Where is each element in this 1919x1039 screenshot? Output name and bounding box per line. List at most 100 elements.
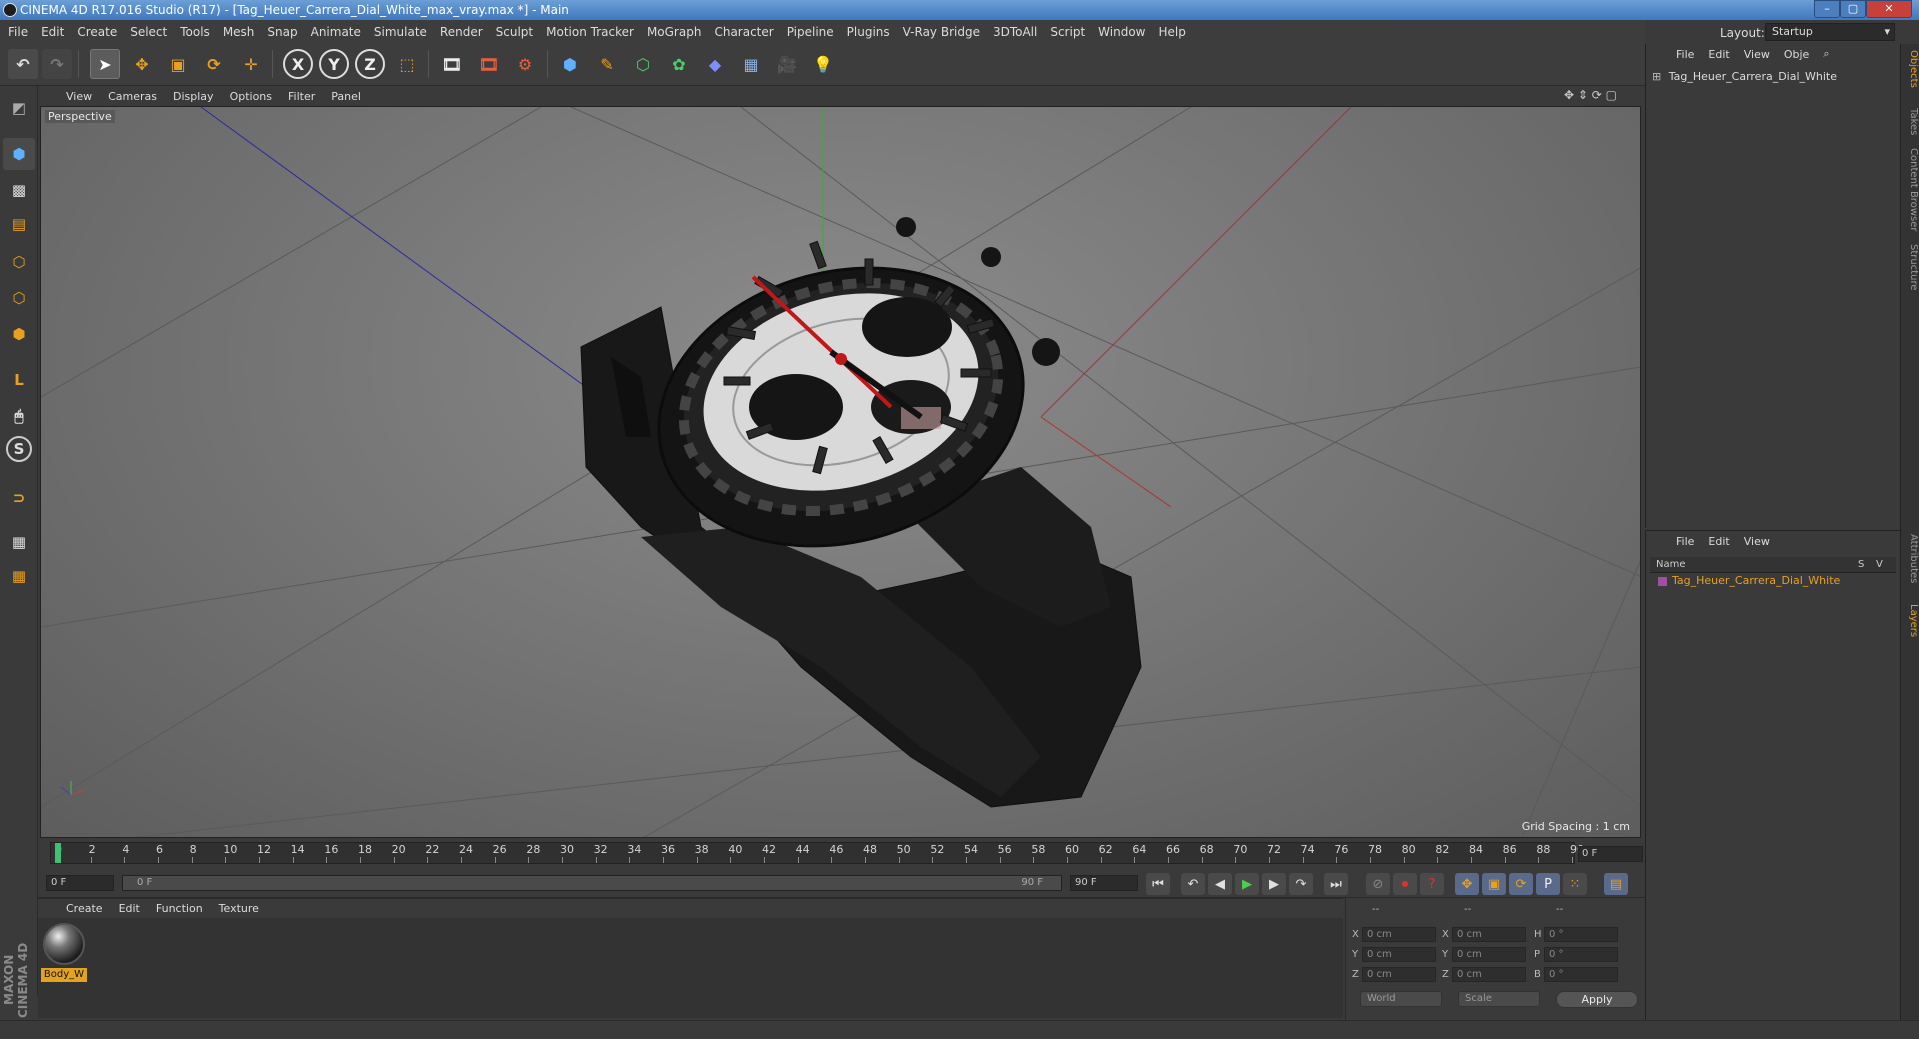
key-position-icon[interactable]: ✥ [1455, 873, 1479, 895]
mograph-cloner-icon[interactable]: ✿ [664, 49, 694, 79]
start-frame-field[interactable]: 0 F [46, 875, 114, 891]
transform-icon[interactable]: ✛ [236, 49, 266, 79]
close-button[interactable]: ✕ [1866, 0, 1912, 18]
viewport-menu-filter[interactable]: Filter [288, 90, 315, 103]
rotate-icon[interactable]: ⟳ [199, 49, 229, 79]
polygons-mode-icon[interactable]: ⬢ [3, 318, 35, 350]
material-menu-edit[interactable]: Edit [119, 902, 140, 915]
menu-help[interactable]: Help [1158, 25, 1185, 39]
tweak-mode-icon[interactable]: 🖱 [3, 400, 35, 432]
menu-edit[interactable]: Edit [41, 25, 64, 39]
material-menu-texture[interactable]: Texture [219, 902, 259, 915]
coordinate-mode-dropdown[interactable]: Scale [1458, 991, 1540, 1007]
cube-icon[interactable]: ⬢ [555, 49, 585, 79]
menu-3dtoall[interactable]: 3DToAll [993, 25, 1037, 39]
model-mode-icon[interactable]: ⬢ [3, 138, 35, 170]
tab-takes[interactable]: Takes [1902, 108, 1919, 135]
locked-workplane-icon[interactable]: ▦ [3, 560, 35, 592]
layer-menu-view[interactable]: View [1744, 535, 1770, 548]
record-active-icon[interactable]: ⏺ [1393, 873, 1417, 895]
menu-select[interactable]: Select [130, 25, 167, 39]
undo-icon[interactable]: ↶ [8, 49, 38, 79]
object-menu-file[interactable]: File [1676, 48, 1694, 61]
render-picture-viewer-icon[interactable]: 🎞 [474, 49, 504, 79]
x-axis-button[interactable]: X [283, 49, 313, 79]
previous-frame-icon[interactable]: ◀ [1208, 873, 1232, 895]
menu-mograph[interactable]: MoGraph [647, 25, 702, 39]
tab-structure[interactable]: Structure [1902, 244, 1919, 291]
coordinate-space-dropdown[interactable]: World [1360, 991, 1442, 1007]
viewport-menu-options[interactable]: Options [230, 90, 272, 103]
tab-content-browser[interactable]: Content Browser [1902, 148, 1919, 231]
render-view-icon[interactable]: 🎞 [437, 49, 467, 79]
workplane-lock-icon[interactable]: ▦ [3, 526, 35, 558]
layer-menu-edit[interactable]: Edit [1708, 535, 1729, 548]
solo-mode-icon[interactable]: S [6, 436, 32, 462]
apply-button[interactable]: Apply [1556, 991, 1638, 1008]
position-z-field[interactable]: 0 cm [1362, 967, 1436, 982]
object-menu-edit[interactable]: Edit [1708, 48, 1729, 61]
object-row[interactable]: ⊞ Tag_Heuer_Carrera_Dial_White [1652, 70, 1892, 86]
edges-mode-icon[interactable]: ⬡ [3, 282, 35, 314]
material-preview-ball[interactable] [43, 923, 85, 965]
menu-plugins[interactable]: Plugins [847, 25, 890, 39]
minimize-button[interactable]: – [1814, 0, 1840, 18]
position-y-field[interactable]: 0 cm [1362, 947, 1436, 962]
viewport-nav-icons[interactable]: ✥ ⇕ ⟳ ▢ [1564, 88, 1617, 102]
play-icon[interactable]: ▶ [1235, 873, 1259, 895]
viewport-menu-view[interactable]: View [66, 90, 92, 103]
viewport-menu-display[interactable]: Display [173, 90, 214, 103]
points-mode-icon[interactable]: ⬡ [3, 246, 35, 278]
render-settings-icon[interactable]: ⚙ [510, 49, 540, 79]
key-rotation-icon[interactable]: ⟳ [1509, 873, 1533, 895]
search-icon[interactable]: ⌕ [1823, 47, 1829, 61]
z-axis-button[interactable]: Z [355, 49, 385, 79]
floor-icon[interactable]: ▦ [736, 49, 766, 79]
menu-motion-tracker[interactable]: Motion Tracker [546, 25, 634, 39]
menu-character[interactable]: Character [714, 25, 773, 39]
tab-attributes[interactable]: Attributes [1902, 534, 1919, 583]
playhead[interactable] [55, 843, 61, 863]
coordinate-system-icon[interactable]: ⬚ [392, 49, 422, 79]
layout-select[interactable]: Startup ▾ [1765, 23, 1895, 41]
timeline-window-icon[interactable]: ▤ [1604, 873, 1628, 895]
object-menu-view[interactable]: View [1744, 48, 1770, 61]
size-z-field[interactable]: 0 cm [1452, 967, 1526, 982]
select-arrow-icon[interactable]: ➤ [90, 49, 120, 79]
workplane-icon[interactable]: ▤ [3, 208, 35, 240]
timeline-ruler[interactable]: 0246810121416182022242628303234363840424… [50, 842, 1584, 864]
spline-pen-icon[interactable]: ✎ [592, 49, 622, 79]
move-icon[interactable]: ✥ [127, 49, 157, 79]
menu-file[interactable]: File [8, 25, 28, 39]
rotation-b-field[interactable]: 0 ° [1544, 967, 1618, 982]
menu-mesh[interactable]: Mesh [223, 25, 255, 39]
menu-sculpt[interactable]: Sculpt [496, 25, 533, 39]
make-editable-icon[interactable]: ◩ [3, 92, 35, 124]
material-menu-create[interactable]: Create [66, 902, 103, 915]
menu-tools[interactable]: Tools [180, 25, 210, 39]
autokey-icon[interactable]: ? [1420, 873, 1444, 895]
size-y-field[interactable]: 0 cm [1452, 947, 1526, 962]
end-frame-field[interactable]: 90 F [1070, 875, 1138, 891]
camera-icon[interactable]: 🎥 [772, 49, 802, 79]
menu-simulate[interactable]: Simulate [374, 25, 427, 39]
maximize-button[interactable]: ▢ [1840, 0, 1866, 18]
subdivision-icon[interactable]: ⬡ [628, 49, 658, 79]
menu-render[interactable]: Render [440, 25, 483, 39]
object-menu-objects[interactable]: Obje [1784, 48, 1809, 61]
viewport-menu-panel[interactable]: Panel [331, 90, 361, 103]
previous-key-icon[interactable]: ↶ [1181, 873, 1205, 895]
material-menu-function[interactable]: Function [156, 902, 203, 915]
position-x-field[interactable]: 0 cm [1362, 927, 1436, 942]
redo-icon[interactable]: ↷ [42, 49, 72, 79]
scale-icon[interactable]: ▣ [163, 49, 193, 79]
size-x-field[interactable]: 0 cm [1452, 927, 1526, 942]
menu-pipeline[interactable]: Pipeline [787, 25, 834, 39]
next-key-icon[interactable]: ↷ [1289, 873, 1313, 895]
menu-snap[interactable]: Snap [267, 25, 297, 39]
menu-script[interactable]: Script [1050, 25, 1085, 39]
tab-objects[interactable]: Objects [1902, 50, 1919, 88]
material-name-label[interactable]: Body_W [41, 968, 87, 982]
rotation-p-field[interactable]: 0 ° [1544, 947, 1618, 962]
frame-range-slider[interactable]: 0 F 90 F [122, 875, 1062, 891]
